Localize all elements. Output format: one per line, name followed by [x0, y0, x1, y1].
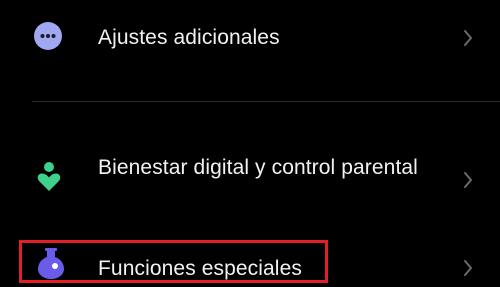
settings-item-label: Ajustes adicionales: [98, 26, 280, 49]
highlight-box: [19, 240, 328, 283]
digital-wellbeing-icon: [36, 160, 62, 192]
chevron-right-icon: [460, 256, 476, 280]
chevron-right-icon: [460, 168, 476, 192]
settings-item-ajustes-adicionales[interactable]: Ajustes adicionales: [0, 0, 500, 80]
section-divider: [32, 101, 500, 102]
chevron-right-icon: [460, 26, 476, 50]
settings-item-label: Bienestar digital y control parental: [98, 156, 418, 179]
more-horizontal-icon: [34, 22, 62, 50]
settings-item-bienestar-digital[interactable]: Bienestar digital y control parental: [0, 140, 500, 230]
